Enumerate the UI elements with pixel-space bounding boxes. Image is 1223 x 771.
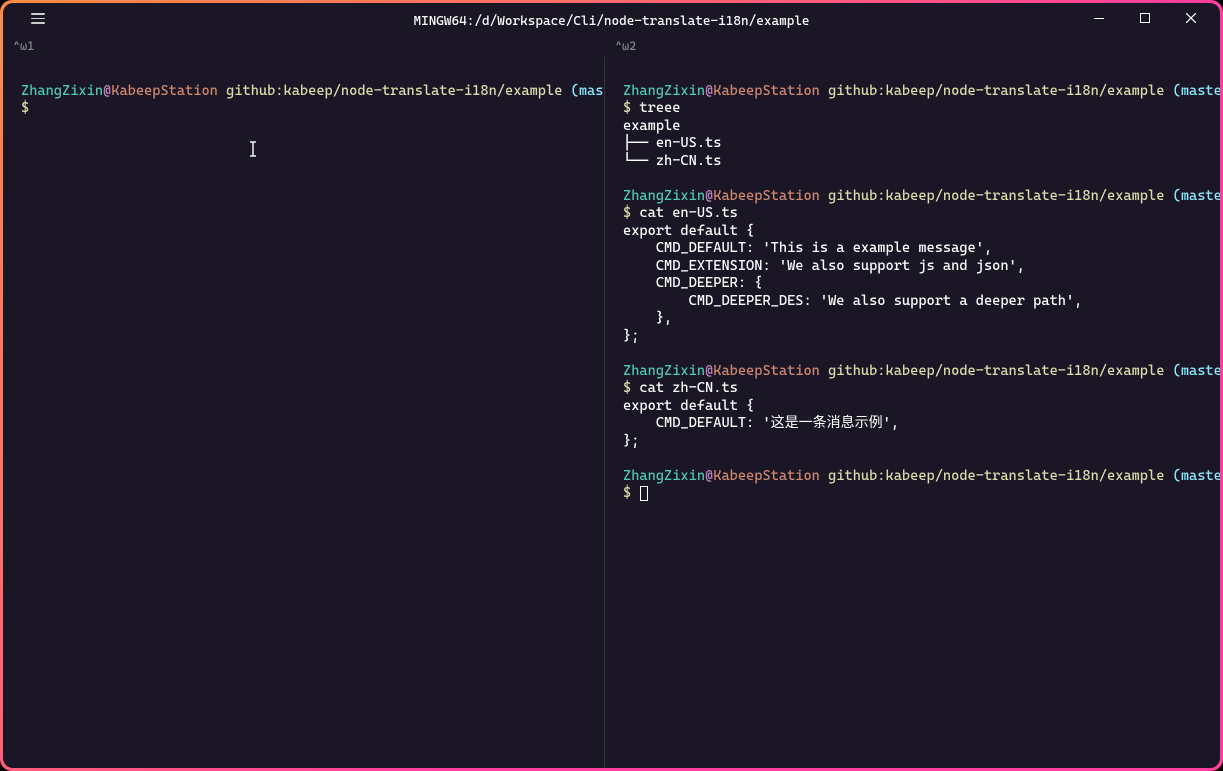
text-cursor-icon [248, 105, 330, 193]
file-line: export default { [623, 398, 754, 414]
prompt-at: @ [705, 188, 713, 204]
file-line: CMD_DEEPER: { [623, 275, 762, 291]
cursor-block-icon [640, 486, 648, 501]
prompt-branch: (master) [1173, 83, 1220, 99]
terminal-content: ZhangZixin@KabeepStation github:kabeep/n… [3, 57, 1220, 768]
file-line: CMD_DEFAULT: 'This is a example message'… [623, 240, 992, 256]
pane-label-left: ^⍵1 [3, 39, 605, 57]
prompt-path: github:kabeep/node-translate-i18n/exampl… [828, 468, 1164, 484]
pane-labels: ^⍵1 ^⍵2 [3, 39, 1220, 57]
file-line: export default { [623, 223, 754, 239]
tree-line: └── zh-CN.ts [623, 153, 721, 169]
pane-label-right: ^⍵2 [605, 39, 1220, 57]
prompt-user: ZhangZixin [623, 468, 705, 484]
prompt-host: KabeepStation [713, 83, 820, 99]
prompt-dollar: $ [21, 100, 29, 116]
prompt-at: @ [705, 363, 713, 379]
cmd-treee: treee [639, 100, 680, 116]
prompt-path: github:kabeep/node-translate-i18n/exampl… [828, 363, 1164, 379]
file-line: }; [623, 433, 639, 449]
prompt-at: @ [705, 83, 713, 99]
file-line: }, [623, 310, 672, 326]
window-title: MINGW64:/d/Workspace/Cli/node-translate-… [3, 14, 1220, 29]
prompt-branch: (master) [1173, 188, 1220, 204]
prompt-dollar: $ [623, 380, 631, 396]
window-inner: MINGW64:/d/Workspace/Cli/node-translate-… [3, 3, 1220, 768]
file-line: }; [623, 328, 639, 344]
file-line: CMD_DEEPER_DES: 'We also support a deepe… [623, 293, 1082, 309]
prompt-dollar: $ [623, 205, 631, 221]
prompt-branch: (master) [571, 83, 605, 99]
cmd-cat-en: cat en-US.ts [639, 205, 737, 221]
terminal-window: MINGW64:/d/Workspace/Cli/node-translate-… [0, 0, 1223, 771]
prompt-host: KabeepStation [713, 468, 820, 484]
file-line: CMD_EXTENSION: 'We also support js and j… [623, 258, 1025, 274]
file-line: CMD_DEFAULT: '这是一条消息示例', [623, 415, 899, 431]
minimize-button[interactable] [1076, 3, 1122, 33]
prompt-dollar: $ [623, 485, 631, 501]
tree-line: ├── en-US.ts [623, 135, 721, 151]
prompt-at: @ [705, 468, 713, 484]
window-controls [1076, 3, 1214, 33]
titlebar: MINGW64:/d/Workspace/Cli/node-translate-… [3, 3, 1220, 39]
prompt-host: KabeepStation [111, 83, 218, 99]
prompt-branch: (master) [1173, 363, 1220, 379]
maximize-button[interactable] [1122, 3, 1168, 33]
close-button[interactable] [1168, 3, 1214, 33]
prompt-user: ZhangZixin [623, 363, 705, 379]
prompt-path: github:kabeep/node-translate-i18n/exampl… [828, 188, 1164, 204]
tree-root: example [623, 118, 680, 134]
prompt-at: @ [103, 83, 111, 99]
cmd-cat-zh: cat zh-CN.ts [639, 380, 737, 396]
hamburger-menu-icon[interactable] [31, 13, 45, 24]
terminal-pane-left[interactable]: ZhangZixin@KabeepStation github:kabeep/n… [3, 57, 605, 768]
prompt-dollar: $ [623, 100, 631, 116]
prompt-path: github:kabeep/node-translate-i18n/exampl… [828, 83, 1164, 99]
prompt-path: github:kabeep/node-translate-i18n/exampl… [226, 83, 562, 99]
terminal-pane-right[interactable]: ZhangZixin@KabeepStation github:kabeep/n… [605, 57, 1220, 768]
prompt-host: KabeepStation [713, 363, 820, 379]
prompt-host: KabeepStation [713, 188, 820, 204]
prompt-branch: (master) [1173, 468, 1220, 484]
prompt-user: ZhangZixin [623, 83, 705, 99]
prompt-user: ZhangZixin [623, 188, 705, 204]
prompt-user: ZhangZixin [21, 83, 103, 99]
